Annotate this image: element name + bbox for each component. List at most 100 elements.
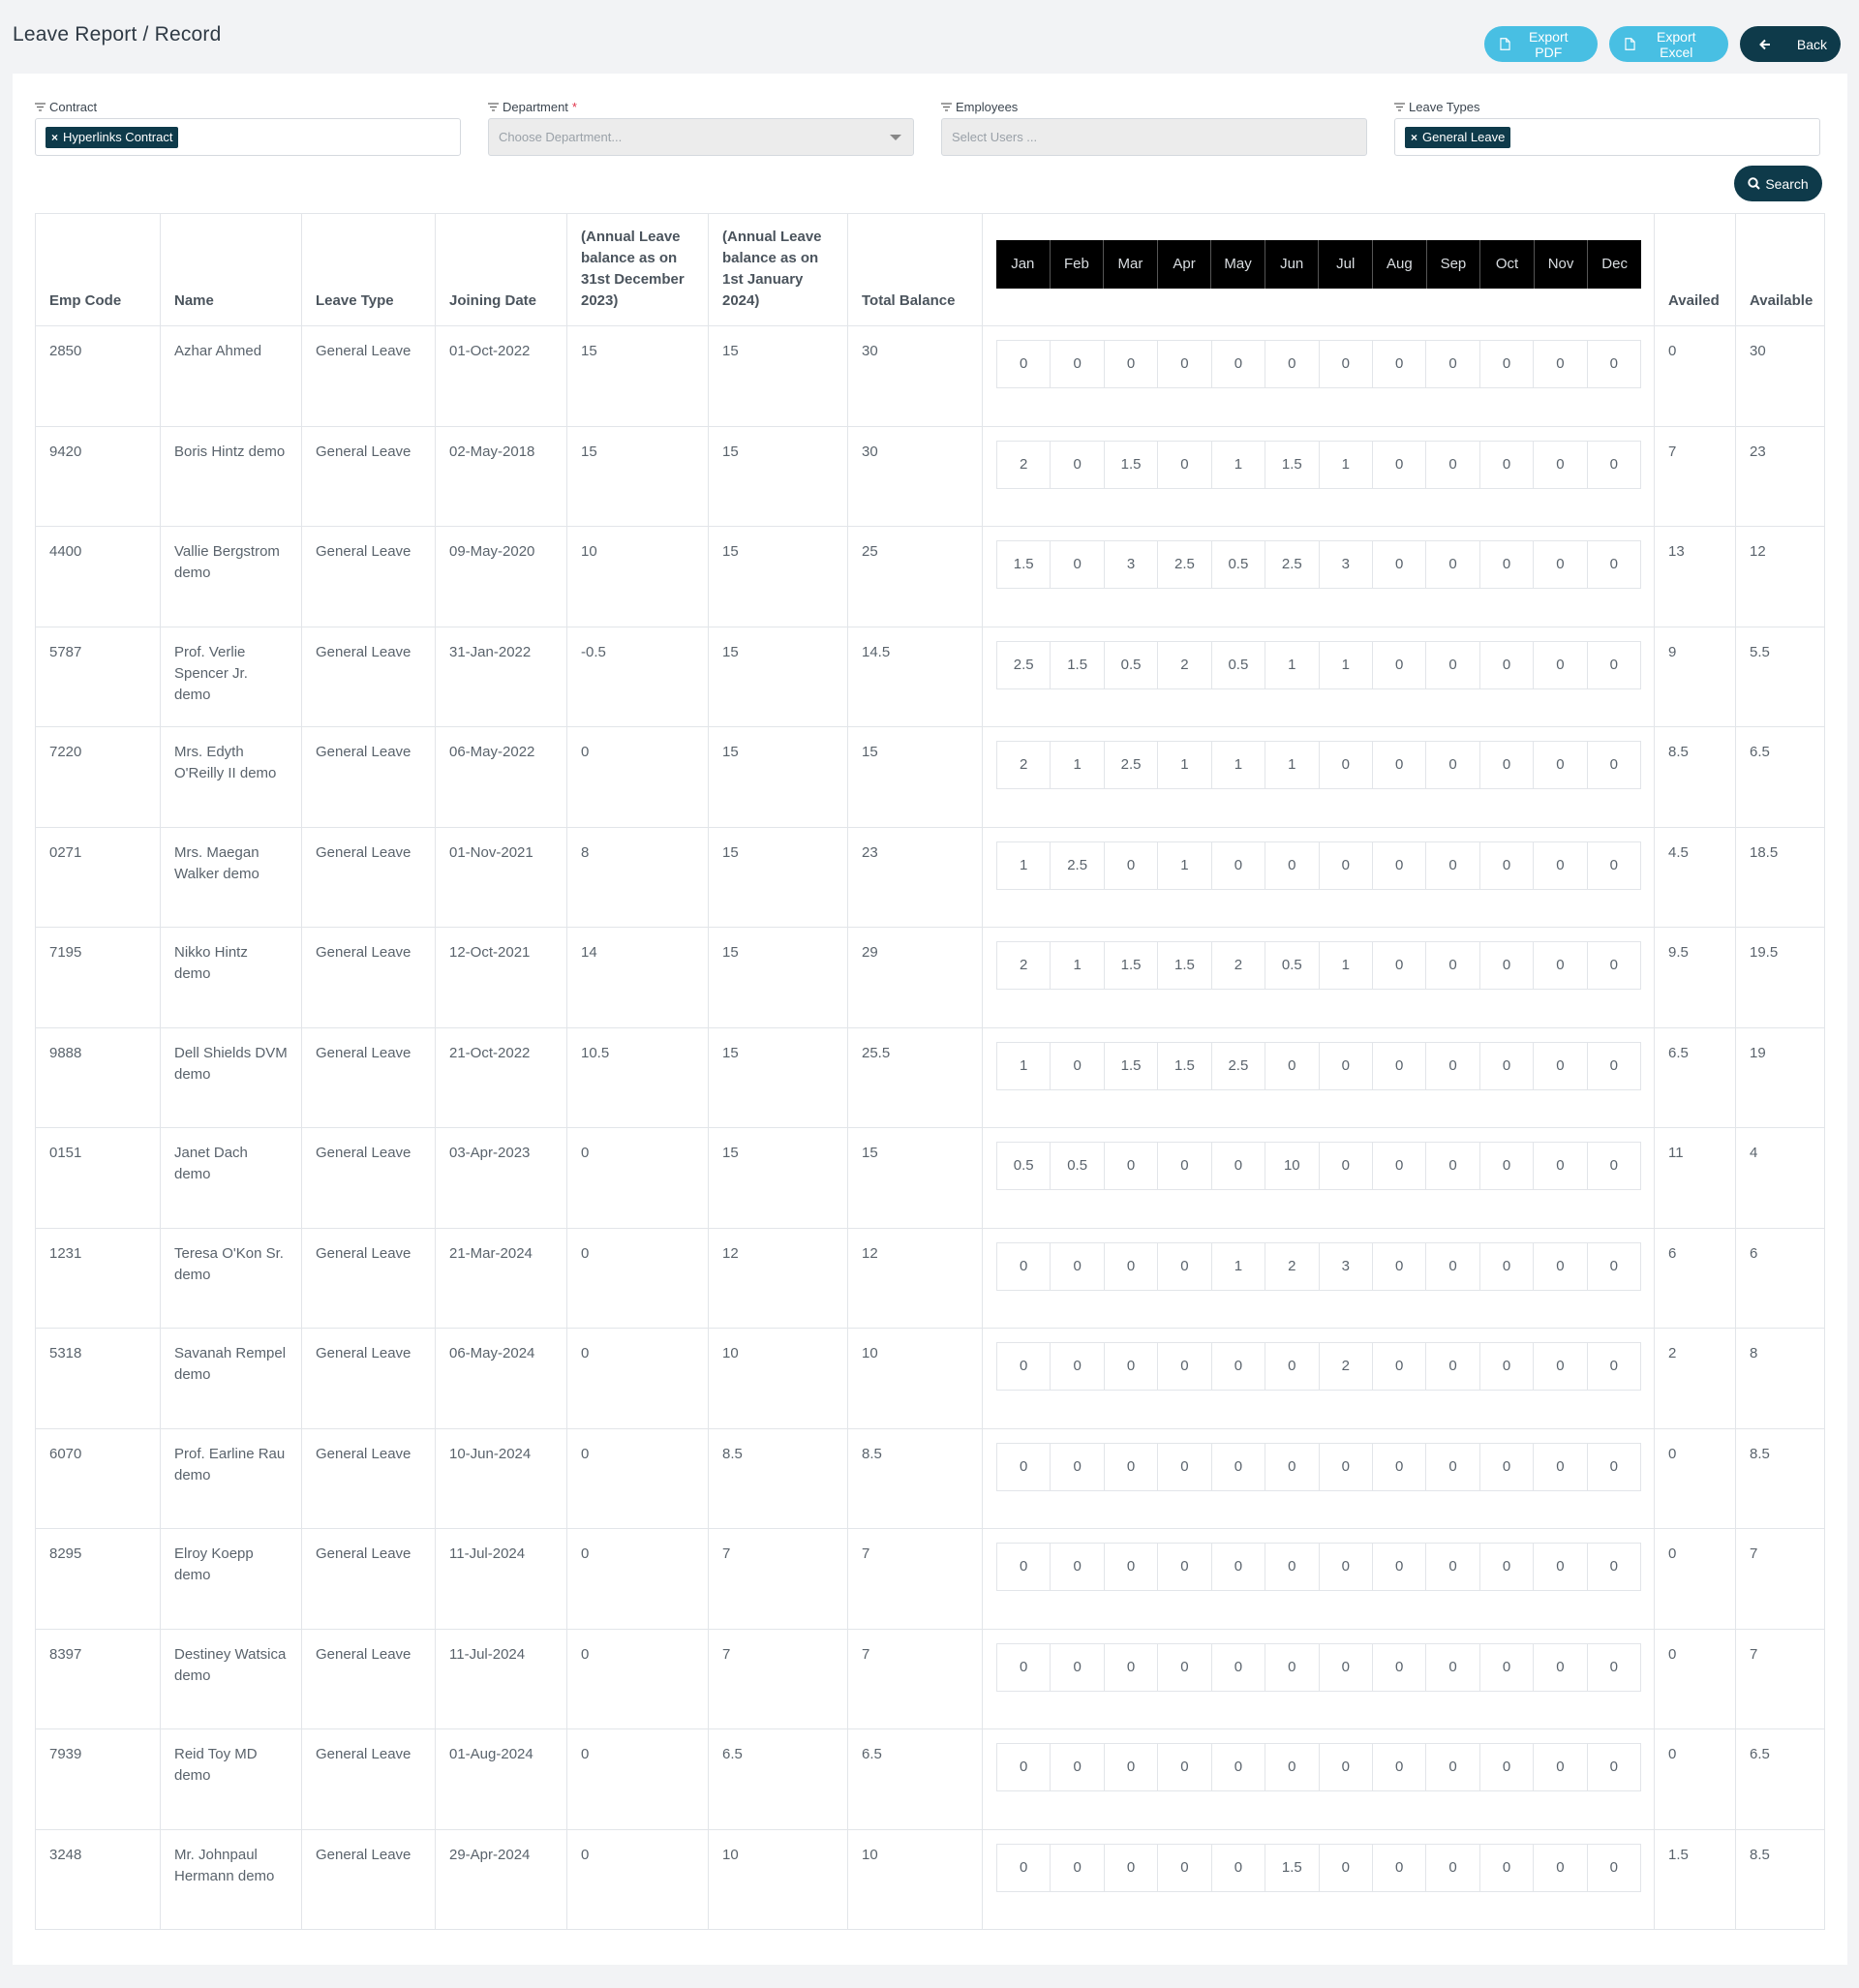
- col-name[interactable]: Name: [160, 213, 302, 326]
- cell-monthly-breakdown: 1 0 1.5 1.5 2.5 0 0 0 0 0 0 0: [982, 1026, 1655, 1128]
- cell-joining-date: 03-Apr-2023: [435, 1127, 567, 1229]
- cell-balance-dec: 0: [566, 726, 709, 828]
- month-value-jan: 2.5: [996, 640, 1051, 689]
- month-value-jan: 0: [996, 340, 1051, 388]
- col-balance-jan[interactable]: (Annual Leave balance as on 1st January …: [708, 213, 848, 326]
- month-value-apr: 0: [1157, 440, 1212, 489]
- cell-name: Dell Shields DVM demo: [160, 1026, 302, 1128]
- month-value-jan: 0: [996, 1743, 1051, 1791]
- cell-emp-code: 9888: [35, 1026, 161, 1128]
- month-value-jun: 0: [1265, 1642, 1320, 1692]
- col-total-balance[interactable]: Total Balance: [847, 213, 983, 326]
- month-value-dec: 0: [1586, 440, 1642, 489]
- month-value-aug: 0: [1371, 1442, 1427, 1491]
- col-balance-dec[interactable]: (Annual Leave balance as on 31st Decembe…: [566, 213, 709, 326]
- cell-leave-type: General Leave: [301, 1728, 436, 1830]
- col-joining-date[interactable]: Joining Date: [435, 213, 567, 326]
- cell-availed: 6.5: [1654, 1026, 1736, 1128]
- month-value-apr: 0: [1157, 1843, 1212, 1892]
- cell-available: 8.5: [1735, 1828, 1825, 1930]
- cell-availed: 0: [1654, 1427, 1736, 1529]
- cell-emp-code: 0271: [35, 826, 161, 928]
- month-value-feb: 0: [1050, 1843, 1105, 1892]
- month-value-mar: 0: [1103, 1543, 1159, 1591]
- cell-availed: 0: [1654, 1528, 1736, 1630]
- cell-monthly-breakdown: 0.5 0.5 0 0 0 10 0 0 0 0 0 0: [982, 1127, 1655, 1229]
- month-value-nov: 0: [1533, 941, 1588, 990]
- cell-monthly-breakdown: 2 1 2.5 1 1 1 0 0 0 0 0 0: [982, 726, 1655, 828]
- month-value-mar: 0: [1103, 1843, 1159, 1892]
- cell-leave-type: General Leave: [301, 726, 436, 828]
- search-button[interactable]: Search: [1734, 166, 1822, 201]
- cell-balance-jan: 6.5: [708, 1728, 848, 1830]
- cell-balance-jan: 7: [708, 1628, 848, 1729]
- export-pdf-button[interactable]: Export PDF: [1484, 26, 1598, 62]
- cell-monthly-breakdown: 2 1 1.5 1.5 2 0.5 1 0 0 0 0 0: [982, 927, 1655, 1028]
- cell-emp-code: 6070: [35, 1427, 161, 1529]
- month-value-may: 1: [1210, 741, 1266, 789]
- cell-available: 6: [1735, 1227, 1825, 1329]
- month-header-jan: Jan: [996, 240, 1051, 289]
- month-value-nov: 0: [1533, 440, 1588, 489]
- cell-joining-date: 09-May-2020: [435, 526, 567, 627]
- month-value-jun: 0: [1265, 841, 1320, 890]
- month-value-may: 0.5: [1210, 540, 1266, 589]
- department-select[interactable]: Choose Department...: [488, 118, 914, 156]
- cell-availed: 9: [1654, 626, 1736, 727]
- employees-select[interactable]: Select Users ...: [941, 118, 1367, 156]
- month-value-mar: 0.5: [1103, 640, 1159, 689]
- month-value-oct: 0: [1478, 1642, 1535, 1692]
- month-values-grid: 000000000000: [996, 1642, 1642, 1692]
- month-value-sep: 0: [1425, 741, 1480, 789]
- cell-monthly-breakdown: 000000200000: [982, 1328, 1655, 1429]
- month-value-nov: 0: [1533, 1342, 1588, 1391]
- cell-emp-code: 5787: [35, 626, 161, 727]
- col-available[interactable]: Available: [1735, 213, 1825, 326]
- month-value-apr: 0: [1157, 1743, 1212, 1791]
- remove-tag-icon[interactable]: ×: [51, 131, 58, 144]
- month-value-nov: 0: [1533, 340, 1588, 388]
- month-value-sep: 0: [1425, 640, 1480, 689]
- col-availed[interactable]: Availed: [1654, 213, 1736, 326]
- month-value-mar: 3: [1103, 540, 1159, 589]
- month-value-nov: 0: [1533, 1543, 1588, 1591]
- cell-joining-date: 11-Jul-2024: [435, 1528, 567, 1630]
- cell-leave-type: General Leave: [301, 526, 436, 627]
- back-button[interactable]: Back: [1740, 26, 1841, 62]
- month-value-may: 0: [1210, 1642, 1266, 1692]
- month-value-feb: 1: [1050, 941, 1105, 990]
- contract-select[interactable]: × Hyperlinks Contract: [35, 118, 461, 156]
- cell-emp-code: 8397: [35, 1628, 161, 1729]
- month-value-nov: 0: [1533, 1442, 1588, 1491]
- cell-balance-jan: 15: [708, 425, 848, 527]
- cell-available: 12: [1735, 526, 1825, 627]
- cell-balance-dec: 10.5: [566, 1026, 709, 1128]
- month-value-feb: 0: [1050, 440, 1105, 489]
- month-header-jul: Jul: [1319, 240, 1374, 289]
- page-title: Leave Report / Record: [13, 23, 222, 46]
- month-value-jul: 0: [1318, 1543, 1373, 1591]
- month-value-jun: 0: [1265, 1342, 1320, 1391]
- cell-monthly-breakdown: 2.5 1.5 0.5 2 0.5 1 1 0 0 0 0 0: [982, 626, 1655, 727]
- remove-tag-icon[interactable]: ×: [1411, 131, 1417, 144]
- cell-joining-date: 12-Oct-2021: [435, 927, 567, 1028]
- month-value-oct: 0: [1478, 841, 1535, 890]
- col-emp-code[interactable]: Emp Code: [35, 213, 161, 326]
- cell-joining-date: 21-Mar-2024: [435, 1227, 567, 1329]
- month-value-jan: 0: [996, 1241, 1051, 1291]
- cell-balance-jan: 15: [708, 1026, 848, 1128]
- cell-balance-dec: 0: [566, 1528, 709, 1630]
- month-value-jun: 2.5: [1265, 540, 1320, 589]
- month-value-oct: 0: [1478, 1142, 1535, 1190]
- col-leave-type[interactable]: Leave Type: [301, 213, 436, 326]
- table-row: 8397 Destiney Watsica demo General Leave 11…: [35, 1628, 1825, 1729]
- cell-total-balance: 6.5: [847, 1728, 983, 1830]
- month-value-feb: 0: [1050, 1543, 1105, 1591]
- leave-types-select[interactable]: × General Leave: [1394, 118, 1820, 156]
- cell-emp-code: 9420: [35, 425, 161, 527]
- month-value-oct: 0: [1478, 1241, 1535, 1291]
- cell-name: Savanah Rempel demo: [160, 1328, 302, 1429]
- export-excel-button[interactable]: Export Excel: [1609, 26, 1728, 62]
- month-value-jun: 10: [1265, 1142, 1320, 1190]
- table-row: 5318 Savanah Rempel demo General Leave 06-M…: [35, 1328, 1825, 1429]
